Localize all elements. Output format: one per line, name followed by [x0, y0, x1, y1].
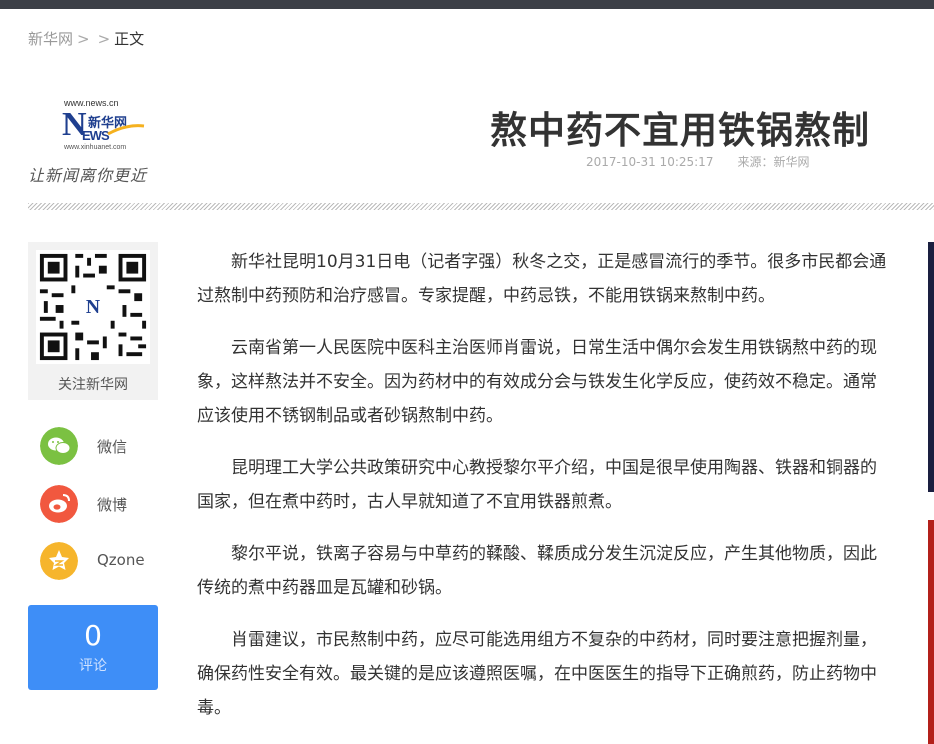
- article-paragraph: 昆明理工大学公共政策研究中心教授黎尔平介绍，中国是很早使用陶器、铁器和铜器的国家…: [197, 458, 877, 512]
- article-source: 来源：新华网: [737, 155, 810, 169]
- article-paragraph: 新华社昆明10月31日电（记者字强）秋冬之交，正是感冒流行的季节。很多市民都会通…: [197, 252, 887, 306]
- logo-swoosh-icon: [107, 124, 145, 136]
- weibo-icon: [40, 485, 78, 523]
- top-bar: [0, 0, 934, 9]
- qr-code-icon: N: [36, 250, 150, 364]
- share-weibo-button[interactable]: 微博: [40, 485, 180, 525]
- breadcrumb-separator: >: [97, 30, 111, 48]
- article-meta: 2017-10-31 10:25:17 来源：新华网: [560, 153, 896, 170]
- qzone-icon: [40, 542, 78, 580]
- share-qzone-label: Qzone: [97, 551, 145, 569]
- breadcrumb-current: 正文: [114, 30, 145, 48]
- comment-button[interactable]: 0 评论: [28, 605, 158, 690]
- share-weibo-label: 微博: [97, 496, 128, 514]
- share-wechat-button[interactable]: 微信: [40, 427, 180, 467]
- side-banner-ad[interactable]: [928, 520, 934, 744]
- share-qzone-button[interactable]: Qzone: [40, 542, 180, 582]
- qr-label: 关注新华网: [58, 377, 128, 393]
- svg-text:N: N: [86, 296, 100, 318]
- share-wechat-label: 微信: [97, 438, 128, 456]
- hatched-divider: [28, 203, 934, 210]
- logo-domain: www.xinhuanet.com: [64, 144, 127, 151]
- wechat-icon: [40, 427, 78, 465]
- article-datetime: 2017-10-31 10:25:17: [586, 155, 714, 169]
- comment-label: 评论: [79, 658, 107, 674]
- article-paragraph: 云南省第一人民医院中医科主治医师肖雷说，日常生活中偶尔会发生用铁锅熬中药的现象，…: [197, 338, 877, 426]
- comment-count: 0: [84, 619, 102, 652]
- logo-ews: EWS: [82, 128, 110, 143]
- qr-panel: N 关注新华网: [28, 242, 158, 400]
- breadcrumb-home-link[interactable]: 新华网: [28, 30, 73, 48]
- logo-slogan: 让新闻离你更近: [28, 166, 148, 185]
- breadcrumb: 新华网 > > 正文: [28, 28, 144, 49]
- article-paragraph: 肖雷建议，市民熬制中药，应尽可能选用组方不复杂的中药材，同时要注意把握剂量，确保…: [197, 630, 877, 718]
- article-body: 新华社昆明10月31日电（记者字强）秋冬之交，正是感冒流行的季节。很多市民都会通…: [197, 245, 887, 743]
- side-banner-ad[interactable]: [928, 242, 934, 492]
- article-paragraph: 黎尔平说，铁离子容易与中草药的鞣酸、鞣质成分发生沉淀反应，产生其他物质，因此传统…: [197, 544, 877, 598]
- article-title: 熬中药不宜用铁锅熬制: [490, 109, 870, 152]
- site-logo[interactable]: www.news.cn N 新华网 EWS www.xinhuanet.com …: [28, 98, 163, 185]
- breadcrumb-separator: >: [77, 30, 90, 48]
